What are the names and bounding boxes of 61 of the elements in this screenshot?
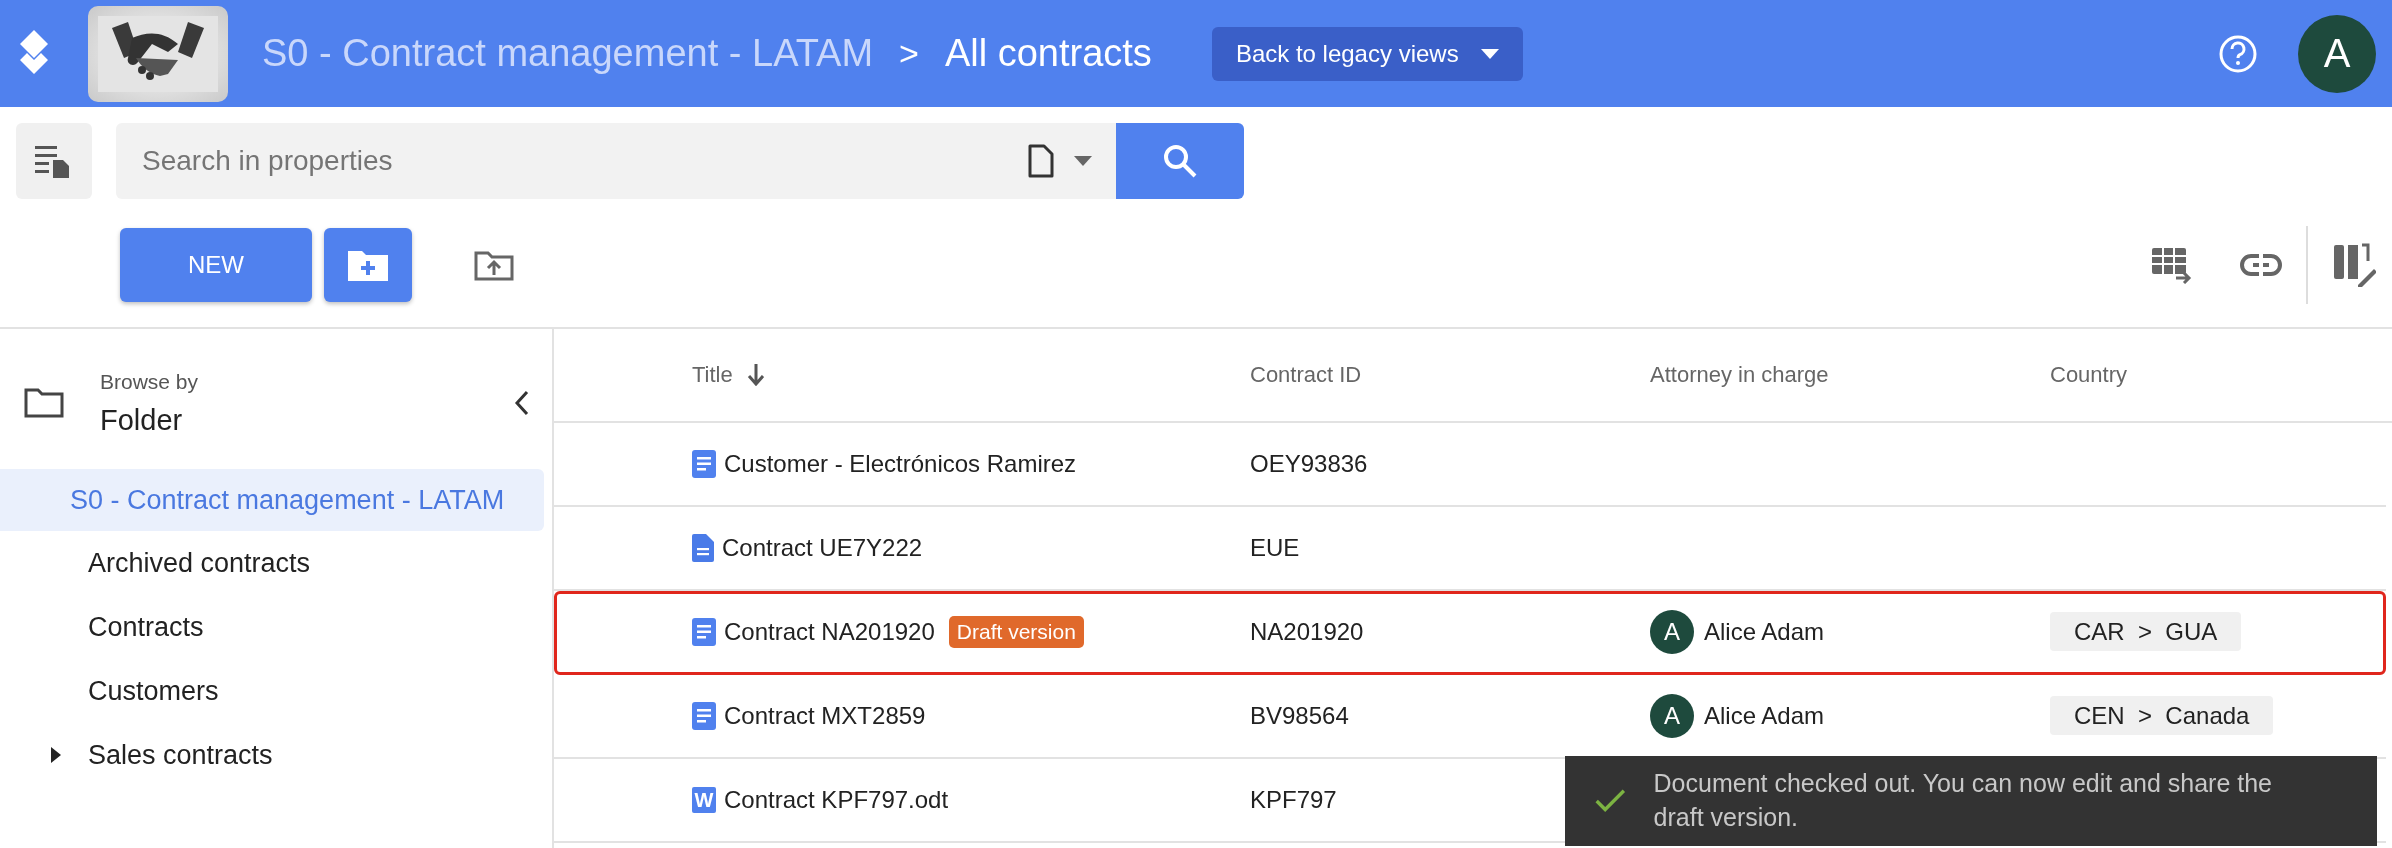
table-cell: OEY93836 bbox=[1250, 450, 1368, 478]
search-field[interactable]: Search in properties bbox=[140, 144, 1008, 178]
country-tag: CEN > Canada bbox=[2050, 696, 2274, 735]
help-icon[interactable] bbox=[2218, 33, 2258, 74]
caret-icon[interactable] bbox=[1074, 156, 1092, 166]
table-cell: BV98564 bbox=[1250, 702, 1349, 730]
upload-folder-icon[interactable] bbox=[474, 249, 514, 281]
document-icon bbox=[692, 450, 716, 478]
search-bar[interactable]: Search in properties bbox=[116, 123, 1116, 199]
title-cell[interactable]: Contract KPF797.odt bbox=[724, 786, 949, 814]
user-avatar[interactable]: A bbox=[2298, 14, 2376, 93]
table-row[interactable]: Customer - Electrónicos Ramirez OEY93836 bbox=[554, 423, 2386, 507]
folder-tree-item[interactable]: Sales contracts bbox=[0, 723, 544, 787]
search-icon bbox=[1162, 143, 1198, 179]
edit-columns-icon[interactable] bbox=[2332, 243, 2376, 287]
browse-value[interactable]: Folder bbox=[100, 403, 514, 437]
new-folder-button[interactable] bbox=[324, 228, 412, 302]
draft-badge: Draft version bbox=[948, 616, 1084, 648]
title-cell[interactable]: Contract UE7Y222 bbox=[722, 534, 923, 562]
table-cell: KPF797 bbox=[1250, 786, 1337, 814]
browse-label: Browse by bbox=[100, 369, 200, 394]
new-button[interactable]: NEW bbox=[120, 228, 312, 302]
folder-plus-icon bbox=[348, 249, 388, 281]
title-cell[interactable]: Contract MXT2859 bbox=[724, 702, 926, 730]
document-icon bbox=[692, 534, 714, 562]
toast-message: Document checked out. You can now edit and share the draft version. bbox=[1653, 768, 2274, 833]
caret-icon bbox=[1480, 48, 1499, 59]
attorney-avatar: A bbox=[1650, 610, 1694, 654]
title-cell[interactable]: Contract NA201920 bbox=[724, 618, 935, 646]
folder-tree-item[interactable]: Archived contracts bbox=[0, 531, 544, 595]
document-icon bbox=[692, 702, 716, 730]
folder-tree-item[interactable]: Contracts bbox=[0, 595, 544, 659]
folder-tree-item[interactable]: Customers bbox=[0, 659, 544, 723]
folder-tree-item[interactable]: S0 - Contract management - LATAM bbox=[0, 469, 544, 531]
highlighted-row[interactable]: Contract NA201920 Draft version NA201920 A Alice Adam CAR > GUA bbox=[554, 591, 2386, 675]
legacy-views-button[interactable]: Back to legacy views bbox=[1211, 26, 1523, 81]
check-icon bbox=[1595, 787, 1626, 815]
breadcrumb-separator: > bbox=[899, 34, 919, 73]
document-icon bbox=[692, 618, 716, 646]
column-header[interactable]: Title bbox=[692, 362, 1250, 388]
collapse-icon[interactable] bbox=[514, 390, 530, 416]
word-file-icon: W bbox=[692, 787, 716, 813]
search-button[interactable] bbox=[1116, 123, 1244, 199]
table-cell: EUE bbox=[1250, 534, 1300, 562]
attorney-name: Alice Adam bbox=[1704, 702, 1825, 730]
attorney-avatar: A bbox=[1650, 694, 1694, 738]
document-list-button[interactable] bbox=[16, 123, 92, 199]
country-tag: CAR > GUA bbox=[2050, 612, 2242, 651]
table-export-icon[interactable] bbox=[2152, 246, 2192, 284]
link-icon[interactable] bbox=[2240, 254, 2282, 276]
document-type-icon[interactable] bbox=[1028, 144, 1054, 178]
column-header[interactable]: Contract ID bbox=[1250, 362, 1650, 388]
page-title: All contracts bbox=[944, 32, 1152, 75]
folder-icon bbox=[24, 387, 64, 419]
attorney-name: Alice Adam bbox=[1704, 618, 1825, 646]
table-cell: NA201920 bbox=[1250, 618, 1364, 646]
table-row[interactable]: Contract UE7Y222 EUE bbox=[554, 507, 2386, 591]
column-header[interactable]: Country bbox=[2050, 362, 2392, 388]
title-cell[interactable]: Customer - Electrónicos Ramirez bbox=[724, 450, 1077, 478]
column-header[interactable]: Attorney in charge bbox=[1650, 362, 2050, 388]
expand-caret-icon bbox=[50, 746, 62, 764]
